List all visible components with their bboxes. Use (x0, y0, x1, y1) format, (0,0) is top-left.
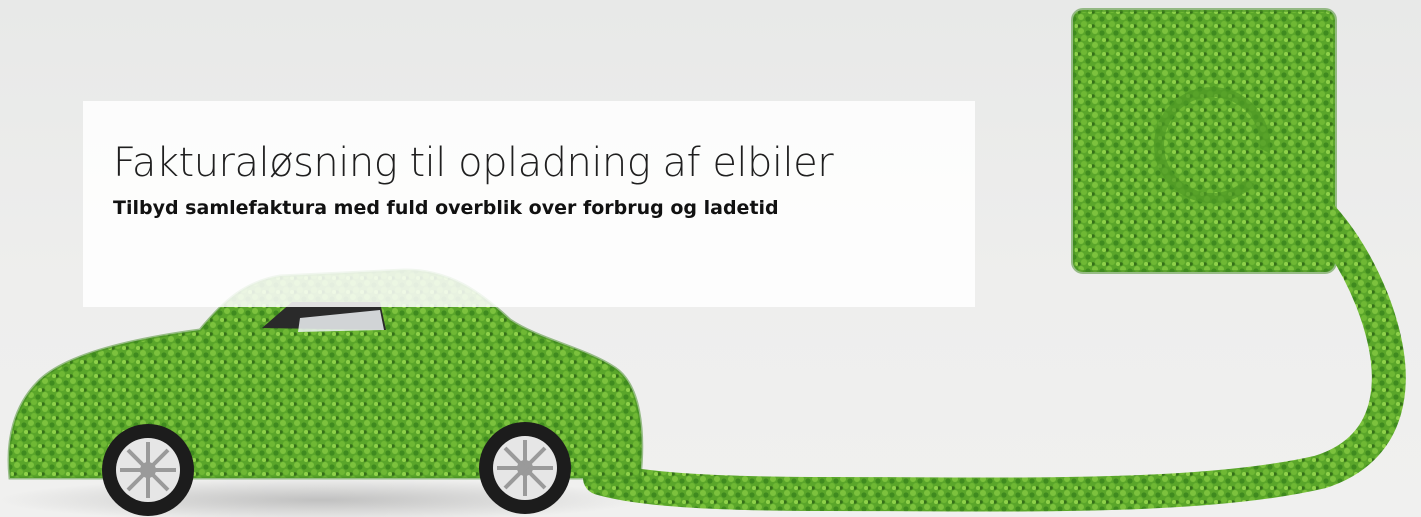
hero-title: Fakturaløsning til opladning af elbiler (113, 140, 834, 186)
hero-text-card: Fakturaløsning til opladning af elbiler … (83, 101, 975, 307)
hero-subtitle: Tilbyd samlefaktura med fuld overblik ov… (113, 197, 779, 219)
front-wheel-icon (102, 424, 194, 516)
hero-banner: Fakturaløsning til opladning af elbiler … (0, 0, 1421, 517)
rear-wheel-icon (479, 422, 571, 514)
